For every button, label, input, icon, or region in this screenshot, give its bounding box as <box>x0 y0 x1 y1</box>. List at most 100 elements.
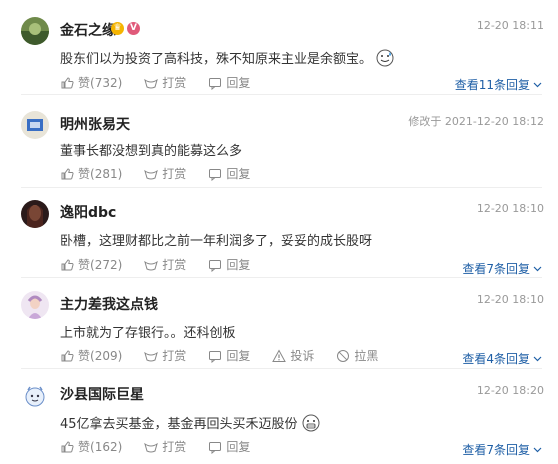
tip-button[interactable]: 打赏 <box>144 74 186 91</box>
reply-icon <box>209 77 222 90</box>
comment-text-content: 股东们以为投资了高科技，殊不知原来主业是余额宝。 <box>60 52 373 67</box>
like-button[interactable]: 赞 (162) <box>60 438 122 455</box>
comment-time: 12-20 18:10 <box>476 202 544 215</box>
tip-label: 打赏 <box>162 167 187 181</box>
thumbs-up-icon <box>61 167 74 179</box>
block-label: 拉黑 <box>354 349 379 363</box>
thumbs-up-icon <box>61 440 74 452</box>
like-label: 赞 <box>78 167 91 181</box>
like-count: (162) <box>90 439 123 454</box>
chevron-down-icon <box>533 447 542 453</box>
comment-item: 主力差我这点钱 12-20 18:10 上市就为了存银行。。还科创板 赞 (209… <box>0 278 558 370</box>
reply-label: 回复 <box>226 440 251 454</box>
like-count: (272) <box>90 257 123 272</box>
chevron-down-icon <box>533 356 542 362</box>
view-replies-link[interactable]: 查看7条回复 <box>462 441 542 458</box>
username[interactable]: 明州张易天 <box>60 114 130 134</box>
block-icon <box>337 349 350 362</box>
view-replies-label: 查看7条回复 <box>462 262 530 276</box>
crown-badge-icon: ♛ <box>111 22 124 35</box>
reply-label: 回复 <box>226 349 251 363</box>
comment-text-content: 45亿拿去买基金，基金再回头买禾迈股份 <box>60 417 298 432</box>
tip-label: 打赏 <box>162 76 187 90</box>
like-label: 赞 <box>78 76 91 90</box>
reply-icon <box>209 350 222 363</box>
like-button[interactable]: 赞 (732) <box>60 74 122 91</box>
comment-time: 12-20 18:10 <box>476 293 544 306</box>
chevron-down-icon <box>533 82 542 88</box>
comment-text-content: 上市就为了存银行。。还科创板 <box>60 326 236 341</box>
comment-actions: 赞 (272) 打赏 回复 <box>60 256 272 273</box>
tip-label: 打赏 <box>162 440 187 454</box>
like-button[interactable]: 赞 (209) <box>60 347 122 364</box>
reply-button[interactable]: 回复 <box>208 165 250 182</box>
like-count: (732) <box>90 75 123 90</box>
comment-item: 逸阳dbc 12-20 18:10 卧槽，这理财都比之前一年利润多了，妥妥的成长… <box>0 188 558 280</box>
comment-text: 股东们以为投资了高科技，殊不知原来主业是余额宝。 <box>60 48 394 67</box>
tip-button[interactable]: 打赏 <box>144 165 186 182</box>
like-button[interactable]: 赞 (272) <box>60 256 122 273</box>
avatar[interactable] <box>21 17 49 45</box>
reply-button[interactable]: 回复 <box>208 256 250 273</box>
comment-text-content: 董事长都没想到真的能募这么多 <box>60 144 243 159</box>
tip-button[interactable]: 打赏 <box>144 347 186 364</box>
comment-text: 卧槽，这理财都比之前一年利润多了，妥妥的成长股呀 <box>60 230 372 249</box>
reply-icon <box>209 441 222 454</box>
like-count: (281) <box>90 166 123 181</box>
block-button[interactable]: 拉黑 <box>336 347 378 364</box>
avatar[interactable] <box>21 291 49 319</box>
comment-actions: 赞 (209) 打赏 回复 投诉 拉黑 <box>60 347 400 364</box>
view-replies-label: 查看4条回复 <box>462 352 530 366</box>
thumbs-up-icon <box>61 76 74 88</box>
username[interactable]: 金石之缘 <box>60 20 116 40</box>
reply-button[interactable]: 回复 <box>208 347 250 364</box>
comment-time: 12-20 18:20 <box>476 384 544 397</box>
comment-item: 金石之缘 ♛ V 12-20 18:11 股东们以为投资了高科技，殊不知原来主业… <box>0 0 558 95</box>
comment-actions: 赞 (281) 打赏 回复 <box>60 165 272 182</box>
tip-label: 打赏 <box>162 258 187 272</box>
username[interactable]: 逸阳dbc <box>60 202 116 222</box>
view-replies-label: 查看11条回复 <box>454 78 530 92</box>
tip-icon <box>144 442 159 452</box>
like-button[interactable]: 赞 (281) <box>60 165 122 182</box>
comment-text: 45亿拿去买基金，基金再回头买禾迈股份 <box>60 413 320 432</box>
comment-item: 沙县国际巨星 12-20 18:20 45亿拿去买基金，基金再回头买禾迈股份 赞… <box>0 369 558 461</box>
like-label: 赞 <box>78 349 91 363</box>
reply-label: 回复 <box>226 76 251 90</box>
username[interactable]: 主力差我这点钱 <box>60 294 158 314</box>
comment-time: 修改于 2021-12-20 18:12 <box>408 115 544 128</box>
comment-text-content: 卧槽，这理财都比之前一年利润多了，妥妥的成长股呀 <box>60 234 373 249</box>
grin-emoji-icon <box>302 414 320 432</box>
v-badge-icon: V <box>127 22 140 35</box>
avatar[interactable] <box>21 382 49 410</box>
tip-icon <box>144 78 159 88</box>
tip-button[interactable]: 打赏 <box>144 438 186 455</box>
view-replies-link[interactable]: 查看4条回复 <box>462 350 542 367</box>
tip-button[interactable]: 打赏 <box>144 256 186 273</box>
reply-button[interactable]: 回复 <box>208 438 250 455</box>
grin-sweat-emoji-icon <box>376 49 394 67</box>
tip-label: 打赏 <box>162 349 187 363</box>
username[interactable]: 沙县国际巨星 <box>60 384 144 404</box>
view-replies-link[interactable]: 查看7条回复 <box>462 260 542 277</box>
comment-text: 上市就为了存银行。。还科创板 <box>60 322 236 341</box>
comment-text: 董事长都没想到真的能募这么多 <box>60 140 242 159</box>
avatar[interactable] <box>21 111 49 139</box>
report-label: 投诉 <box>290 349 315 363</box>
user-badges: ♛ V <box>111 22 140 35</box>
comment-actions: 赞 (732) 打赏 回复 <box>60 74 272 91</box>
comment-list: 金石之缘 ♛ V 12-20 18:11 股东们以为投资了高科技，殊不知原来主业… <box>0 0 558 464</box>
chevron-down-icon <box>533 266 542 272</box>
thumbs-up-icon <box>61 349 74 361</box>
view-replies-label: 查看7条回复 <box>462 443 530 457</box>
warning-icon <box>272 348 287 362</box>
avatar[interactable] <box>21 200 49 228</box>
report-button[interactable]: 投诉 <box>272 347 314 364</box>
comment-time: 12-20 18:11 <box>476 19 544 32</box>
thumbs-up-icon <box>61 258 74 270</box>
view-replies-link[interactable]: 查看11条回复 <box>455 76 542 93</box>
reply-button[interactable]: 回复 <box>208 74 250 91</box>
reply-label: 回复 <box>226 167 251 181</box>
like-label: 赞 <box>78 440 91 454</box>
tip-icon <box>144 169 159 179</box>
